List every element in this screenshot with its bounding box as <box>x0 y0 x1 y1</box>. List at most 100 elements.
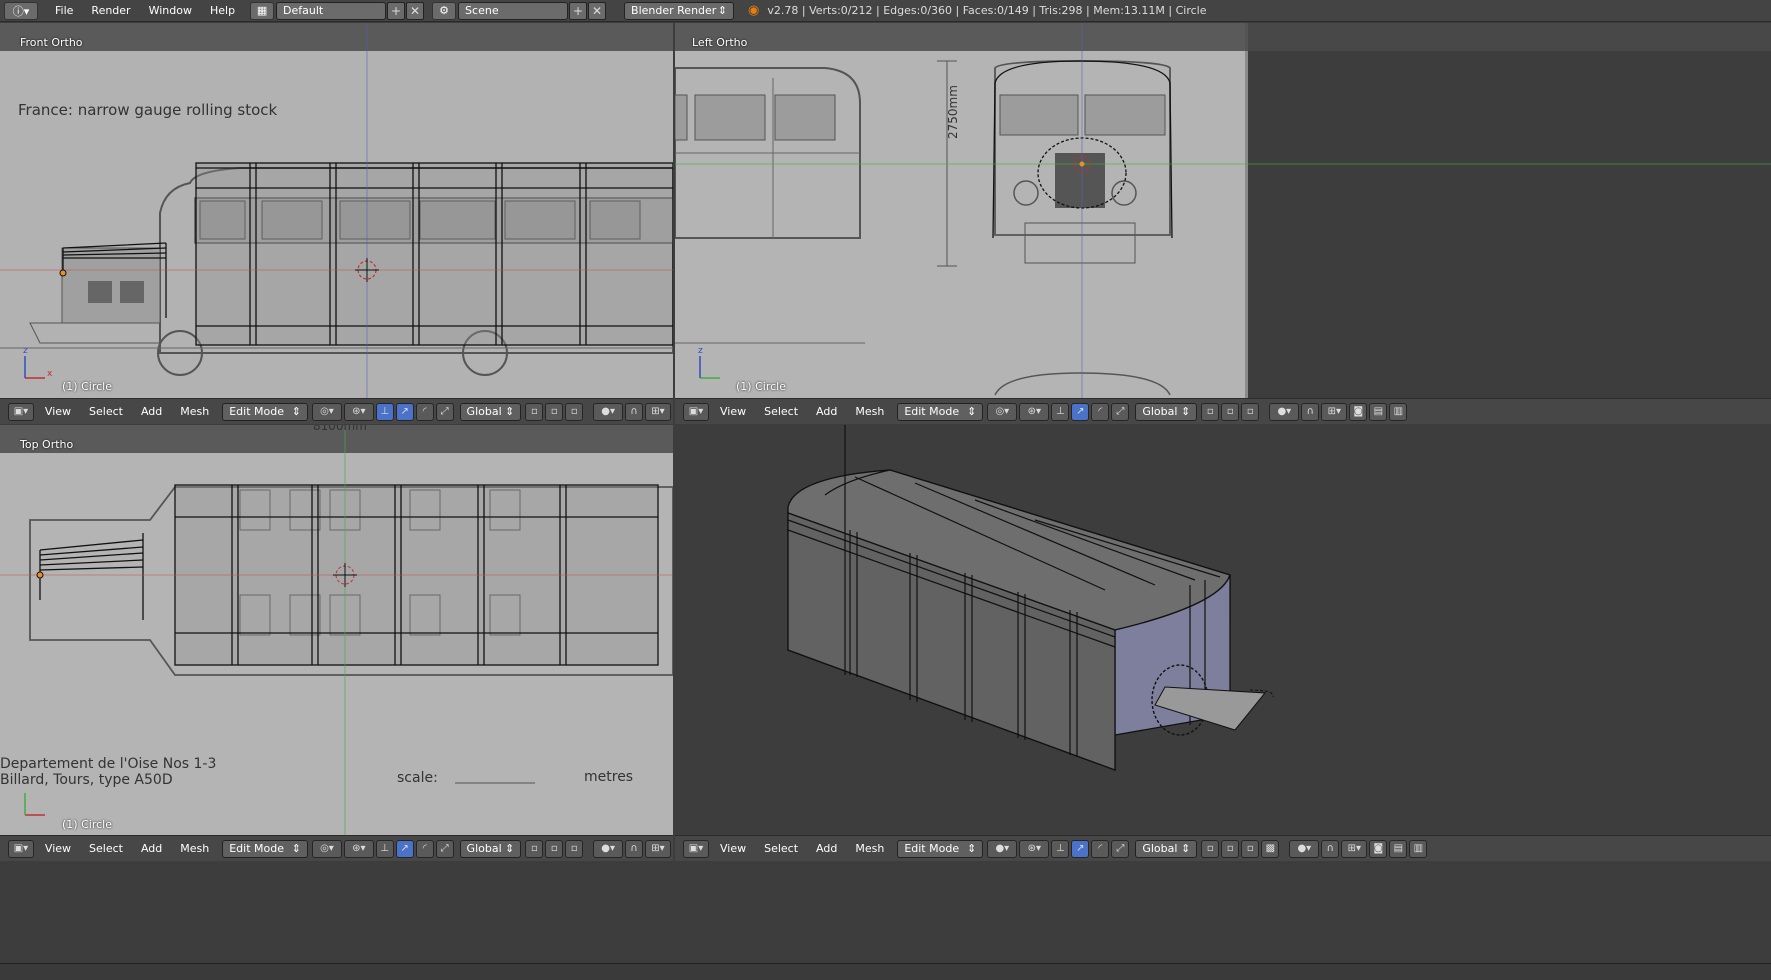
render-anim-button[interactable]: ▤ <box>1369 402 1388 421</box>
screen-layout-button[interactable]: ▦ <box>250 1 275 20</box>
scene-button[interactable]: ⚙ <box>432 1 457 20</box>
add-scene-button[interactable]: + <box>569 1 588 20</box>
menu-view[interactable]: View <box>36 842 80 855</box>
render-opengl-button[interactable]: ▥ <box>1409 839 1428 858</box>
snap-element-button[interactable]: ⊞▾ <box>645 839 671 858</box>
orientation-select[interactable]: Global ⇕ <box>1135 402 1198 421</box>
vertex-select-button[interactable]: ▫ <box>1201 402 1220 421</box>
menu-add[interactable]: Add <box>807 405 846 418</box>
menu-view[interactable]: View <box>711 842 755 855</box>
render-opengl-button[interactable]: ▥ <box>1389 402 1408 421</box>
menu-select[interactable]: Select <box>755 842 807 855</box>
render-anim-button[interactable]: ▤ <box>1389 839 1408 858</box>
menu-select[interactable]: Select <box>755 405 807 418</box>
translate-toggle[interactable]: ↗ <box>395 402 414 421</box>
edge-select-button[interactable]: ▫ <box>545 402 564 421</box>
face-select-button[interactable]: ▫ <box>1241 402 1260 421</box>
manipulator-toggle[interactable]: ⊥ <box>375 839 394 858</box>
viewport-perspective[interactable] <box>675 425 1771 837</box>
rotate-toggle[interactable]: ◜ <box>415 839 434 858</box>
pivot-button[interactable]: ⊛▾ <box>1019 839 1050 858</box>
render-still-button[interactable]: ◙ <box>1369 839 1388 858</box>
translate-toggle[interactable]: ↗ <box>1071 839 1090 858</box>
scale-toggle[interactable]: ⤢ <box>1111 839 1130 858</box>
proportional-button[interactable]: ●▾ <box>1289 839 1320 858</box>
vertex-select-button[interactable]: ▫ <box>1201 839 1220 858</box>
menu-mesh[interactable]: Mesh <box>171 405 218 418</box>
snap-toggle[interactable]: ∩ <box>1301 402 1320 421</box>
proportional-button[interactable]: ●▾ <box>593 839 624 858</box>
menu-select[interactable]: Select <box>80 842 132 855</box>
translate-toggle[interactable]: ↗ <box>1071 402 1090 421</box>
viewport-front[interactable]: x z Front Ortho France: narrow gauge rol… <box>0 23 673 400</box>
rotate-toggle[interactable]: ◜ <box>415 402 434 421</box>
face-select-button[interactable]: ▫ <box>565 839 584 858</box>
editor-type-button[interactable]: ▣▾ <box>8 402 34 421</box>
orientation-select[interactable]: Global ⇕ <box>459 402 522 421</box>
mode-select[interactable]: Edit Mode ⇕ <box>222 839 308 858</box>
mode-select[interactable]: Edit Mode ⇕ <box>222 402 308 421</box>
face-select-button[interactable]: ▫ <box>565 402 584 421</box>
scale-toggle[interactable]: ⤢ <box>435 839 454 858</box>
viewport-left[interactable]: z Left Ortho 2750mm (1) Circle <box>675 23 1771 400</box>
manipulator-toggle[interactable]: ⊥ <box>1051 839 1070 858</box>
menu-mesh[interactable]: Mesh <box>171 842 218 855</box>
delete-layout-button[interactable]: ✕ <box>406 1 425 20</box>
vertex-select-button[interactable]: ▫ <box>525 402 544 421</box>
snap-element-button[interactable]: ⊞▾ <box>645 402 671 421</box>
orientation-select[interactable]: Global ⇕ <box>459 839 522 858</box>
delete-scene-button[interactable]: ✕ <box>588 1 607 20</box>
menu-view[interactable]: View <box>36 405 80 418</box>
menu-file[interactable]: File <box>46 4 82 17</box>
edge-select-button[interactable]: ▫ <box>1221 402 1240 421</box>
shading-button[interactable]: ◎▾ <box>311 839 342 858</box>
snap-element-button[interactable]: ⊞▾ <box>1321 402 1348 421</box>
face-select-button[interactable]: ▫ <box>1241 839 1260 858</box>
rotate-toggle[interactable]: ◜ <box>1091 402 1110 421</box>
menu-add[interactable]: Add <box>807 842 846 855</box>
scene-field[interactable]: Scene <box>458 1 569 20</box>
snap-toggle[interactable]: ∩ <box>1321 839 1340 858</box>
proportional-button[interactable]: ●▾ <box>593 402 624 421</box>
orientation-select[interactable]: Global ⇕ <box>1135 839 1198 858</box>
menu-add[interactable]: Add <box>132 842 171 855</box>
shading-button[interactable]: ◎▾ <box>987 402 1018 421</box>
snap-toggle[interactable]: ∩ <box>625 402 644 421</box>
menu-mesh[interactable]: Mesh <box>846 405 893 418</box>
menu-mesh[interactable]: Mesh <box>846 842 893 855</box>
render-still-button[interactable]: ◙ <box>1349 402 1368 421</box>
scale-toggle[interactable]: ⤢ <box>435 402 454 421</box>
add-layout-button[interactable]: + <box>387 1 406 20</box>
edge-select-button[interactable]: ▫ <box>545 839 564 858</box>
snap-element-button[interactable]: ⊞▾ <box>1341 839 1368 858</box>
manipulator-toggle[interactable]: ⊥ <box>1051 402 1070 421</box>
proportional-button[interactable]: ●▾ <box>1269 402 1300 421</box>
pivot-button[interactable]: ⊛▾ <box>343 839 374 858</box>
shading-button[interactable]: ◎▾ <box>311 402 342 421</box>
scale-toggle[interactable]: ⤢ <box>1111 402 1130 421</box>
rotate-toggle[interactable]: ◜ <box>1091 839 1110 858</box>
occlude-geometry-button[interactable]: ▩ <box>1261 839 1280 858</box>
render-engine-select[interactable]: Blender Render ⇕ <box>624 1 735 20</box>
pivot-button[interactable]: ⊛▾ <box>343 402 374 421</box>
menu-view[interactable]: View <box>711 405 755 418</box>
menu-render[interactable]: Render <box>82 4 139 17</box>
shading-button[interactable]: ●▾ <box>987 839 1018 858</box>
layout-field[interactable]: Default <box>276 1 387 20</box>
menu-add[interactable]: Add <box>132 405 171 418</box>
editor-type-button[interactable]: ▣▾ <box>683 839 709 858</box>
info-editor-button[interactable]: ⓘ▾ <box>4 1 38 20</box>
menu-select[interactable]: Select <box>80 405 132 418</box>
editor-type-button[interactable]: ▣▾ <box>8 839 34 858</box>
viewport-top[interactable]: Top Ortho 8100mm Departement de l'Oise N… <box>0 425 673 837</box>
pivot-button[interactable]: ⊛▾ <box>1019 402 1050 421</box>
snap-toggle[interactable]: ∩ <box>625 839 644 858</box>
vertex-select-button[interactable]: ▫ <box>525 839 544 858</box>
mode-select[interactable]: Edit Mode ⇕ <box>897 839 984 858</box>
menu-help[interactable]: Help <box>201 4 244 17</box>
editor-type-button[interactable]: ▣▾ <box>683 402 709 421</box>
mode-select[interactable]: Edit Mode ⇕ <box>897 402 984 421</box>
translate-toggle[interactable]: ↗ <box>395 839 414 858</box>
menu-window[interactable]: Window <box>140 4 201 17</box>
manipulator-toggle[interactable]: ⊥ <box>375 402 394 421</box>
